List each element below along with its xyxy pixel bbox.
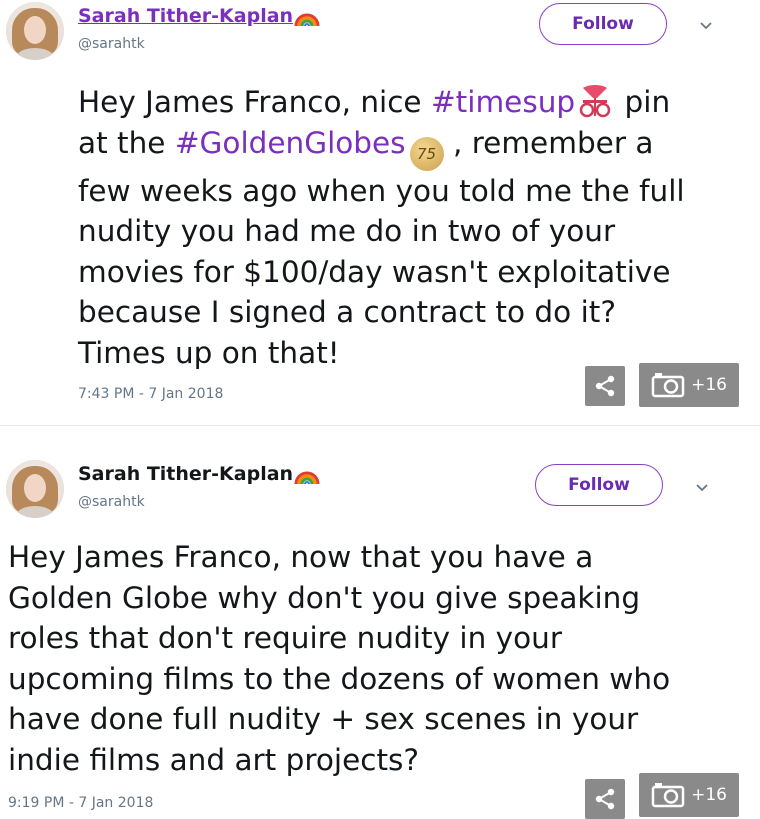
tweet-text-segment: Hey James Franco, nice: [78, 85, 431, 119]
tweet-text: Hey James Franco, now that you have a Go…: [8, 540, 671, 777]
hashtag-link[interactable]: #GoldenGlobes: [175, 126, 406, 160]
handle: @sarahtk: [78, 494, 145, 510]
tweet-text-segment: , remember a few weeks ago when you told…: [78, 125, 685, 370]
display-name[interactable]: Sarah Tither-Kaplan: [78, 463, 320, 485]
avatar[interactable]: [6, 2, 64, 60]
display-name-link[interactable]: Sarah Tither-Kaplan: [78, 5, 293, 27]
timestamp[interactable]: 7:43 PM - 7 Jan 2018: [78, 386, 223, 402]
tweet: Sarah Tither-Kaplan @sarahtk Follow Hey …: [0, 0, 760, 415]
tweet: Sarah Tither-Kaplan @sarahtk Follow Hey …: [0, 443, 760, 819]
avatar[interactable]: [6, 460, 64, 518]
gallery-count: +16: [691, 375, 727, 395]
tweet-text: Hey James Franco, nice #timesup pin at t…: [78, 82, 748, 373]
timestamp[interactable]: 9:19 PM - 7 Jan 2018: [8, 795, 153, 811]
camera-icon: [651, 783, 685, 808]
gallery-count: +16: [691, 785, 727, 805]
timesup-pin-emoji-icon: [579, 85, 611, 118]
share-button[interactable]: [585, 779, 625, 819]
rainbow-emoji-icon: [294, 471, 320, 484]
golden-globes-75-emoji-icon: 75: [409, 136, 444, 171]
camera-icon: [651, 373, 685, 398]
gallery-button[interactable]: +16: [639, 363, 739, 407]
emoji-75-text: 75: [417, 144, 437, 163]
gallery-button[interactable]: +16: [639, 773, 739, 817]
display-name-link[interactable]: Sarah Tither-Kaplan: [78, 463, 293, 485]
share-icon: [595, 788, 615, 810]
follow-button[interactable]: Follow: [535, 464, 663, 506]
share-icon: [595, 375, 615, 397]
chevron-down-icon[interactable]: [697, 17, 715, 35]
follow-button[interactable]: Follow: [539, 3, 667, 45]
hashtag-link[interactable]: #timesup: [431, 85, 575, 119]
handle: @sarahtk: [78, 36, 145, 52]
display-name[interactable]: Sarah Tither-Kaplan: [78, 5, 320, 27]
share-button[interactable]: [585, 366, 625, 406]
chevron-down-icon[interactable]: [693, 479, 711, 497]
rainbow-emoji-icon: [294, 13, 320, 26]
tweet-divider: [0, 425, 760, 426]
